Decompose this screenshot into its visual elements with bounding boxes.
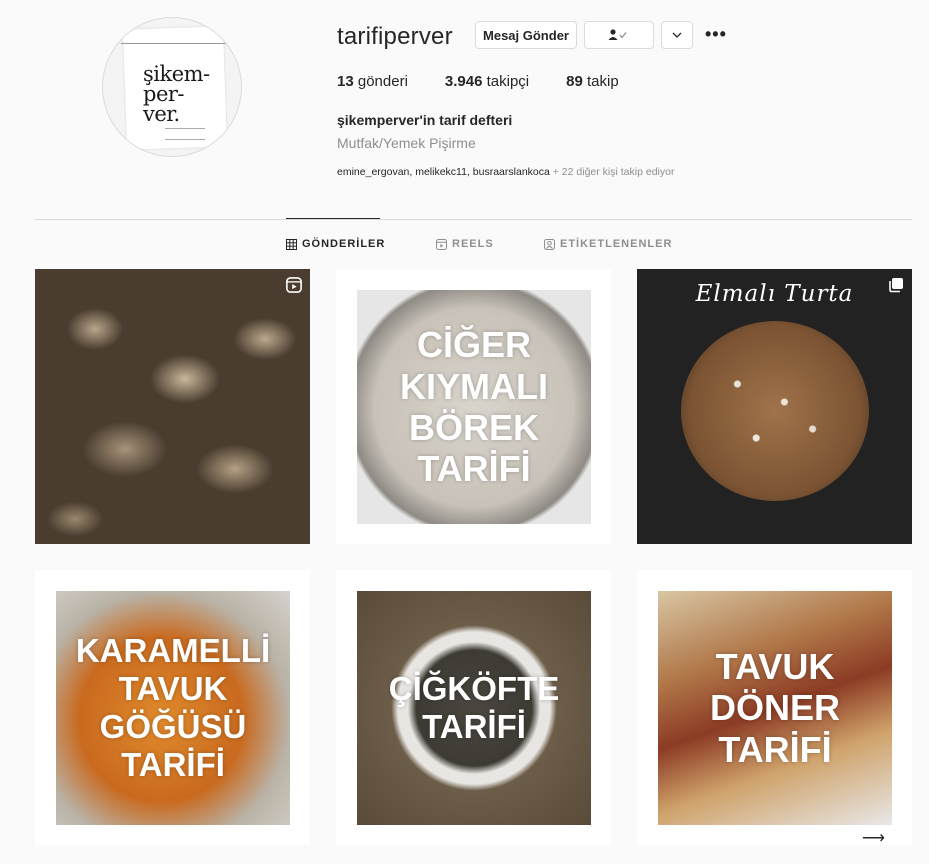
tab-posts[interactable]: GÖNDERİLER <box>286 238 385 250</box>
chevron-down-icon <box>672 32 682 38</box>
options-button[interactable]: ••• <box>705 24 727 45</box>
avatar[interactable]: şikem- per- ver. <box>102 17 242 157</box>
followers-stat[interactable]: 3.946 takipçi <box>445 73 529 90</box>
post-tile[interactable]: TAVUK DÖNER TARİFİ <box>637 570 912 845</box>
tab-tagged-label: ETİKETLENENLER <box>560 238 673 250</box>
carousel-icon <box>889 278 903 293</box>
tagged-icon <box>544 238 555 250</box>
tab-reels-label: REELS <box>452 238 494 250</box>
full-name: şikemperver'in tarif defteri <box>337 112 513 128</box>
followed-by[interactable]: emine_ergovan, melikekc11, busraarslanko… <box>337 166 674 178</box>
active-tab-indicator <box>286 218 380 219</box>
post-overlay-text: Elmalı Turta <box>695 281 854 307</box>
post-tile[interactable]: Elmalı Turta <box>637 269 912 544</box>
following-button[interactable] <box>584 21 654 49</box>
following-stat[interactable]: 89 takip <box>566 73 619 90</box>
message-button[interactable]: Mesaj Gönder <box>475 21 577 49</box>
followed-by-more[interactable]: + 22 diğer kişi takip ediyor <box>550 166 675 178</box>
tab-tagged[interactable]: ETİKETLENENLER <box>544 238 672 250</box>
avatar-logo-text: şikem- per- ver. <box>143 62 210 126</box>
post-tile[interactable] <box>35 269 310 544</box>
post-tile[interactable]: ÇİĞKÖFTE TARİFİ <box>336 570 611 845</box>
tabs-divider <box>35 219 912 220</box>
followed-by-names[interactable]: emine_ergovan, melikekc11, busraarslanko… <box>337 166 550 178</box>
suggested-accounts-button[interactable] <box>661 21 693 49</box>
user-check-icon <box>608 29 627 40</box>
post-overlay-text: CİĞER KIYMALI BÖREK TARİFİ <box>357 290 591 524</box>
tab-reels[interactable]: REELS <box>436 238 494 250</box>
pie-photo <box>681 321 869 501</box>
reel-icon <box>286 277 302 293</box>
reels-icon <box>436 238 447 250</box>
post-tile[interactable]: CİĞER KIYMALI BÖREK TARİFİ <box>336 269 611 544</box>
post-overlay-text: TAVUK DÖNER TARİFİ <box>658 591 892 825</box>
avatar-fine-print <box>165 128 205 140</box>
username: tarifiperver <box>337 23 453 50</box>
profile-stats: 13 gönderi 3.946 takipçi 89 takip <box>337 73 619 90</box>
post-overlay-text: ÇİĞKÖFTE TARİFİ <box>357 591 591 825</box>
arrow-right-icon: ⟶ <box>862 830 885 847</box>
post-tile[interactable]: KARAMELLİ TAVUK GÖĞÜSÜ TARİFİ <box>35 570 310 845</box>
post-photo <box>35 269 310 544</box>
tab-posts-label: GÖNDERİLER <box>302 238 386 250</box>
grid-icon <box>286 238 297 250</box>
posts-stat[interactable]: 13 gönderi <box>337 73 408 90</box>
post-overlay-text: KARAMELLİ TAVUK GÖĞÜSÜ TARİFİ <box>56 591 290 825</box>
category-label: Mutfak/Yemek Pişirme <box>337 135 476 151</box>
avatar-string <box>121 43 231 44</box>
